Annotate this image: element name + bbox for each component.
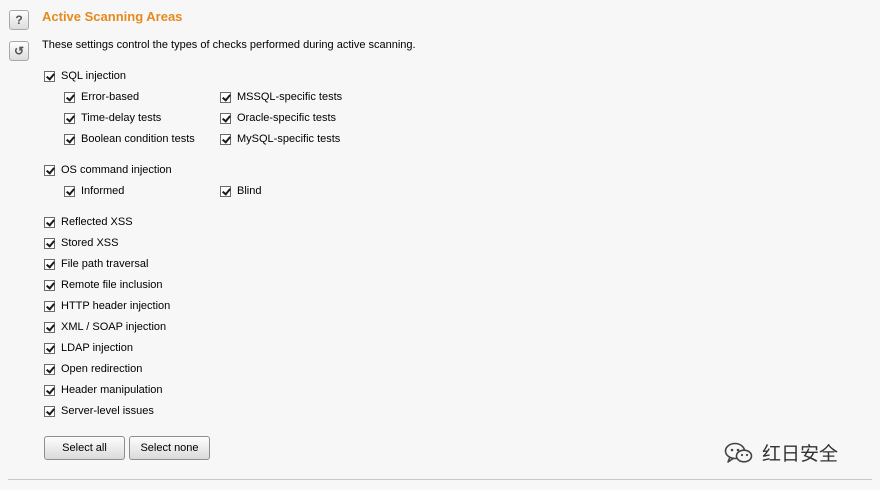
- checkbox-checked-icon: [44, 164, 55, 176]
- watermark-text: 红日安全: [762, 444, 839, 465]
- checkbox-time-delay[interactable]: Time-delay tests: [64, 111, 161, 125]
- checkbox-label: Oracle-specific tests: [237, 112, 337, 124]
- checkbox-checked-icon: [44, 300, 55, 312]
- checkbox-checked-icon: [220, 185, 231, 197]
- checkbox-remote-file-inclusion[interactable]: Remote file inclusion: [44, 278, 163, 292]
- checkbox-label: LDAP injection: [61, 342, 133, 354]
- select-none-button[interactable]: Select none: [129, 436, 210, 460]
- checkbox-label: XML / SOAP injection: [61, 321, 167, 333]
- checkbox-checked-icon: [64, 185, 75, 197]
- reset-icon: ↺: [13, 44, 25, 58]
- checkbox-label: Open redirection: [61, 363, 143, 375]
- checkbox-mssql-specific[interactable]: MSSQL-specific tests: [220, 90, 342, 104]
- checkbox-checked-icon: [44, 384, 55, 396]
- bottom-divider: [8, 479, 872, 480]
- checkbox-label: Stored XSS: [61, 237, 119, 249]
- help-button[interactable]: ?: [9, 10, 29, 30]
- checkbox-label: SQL injection: [61, 70, 127, 82]
- checkbox-checked-icon: [220, 112, 231, 124]
- checkbox-label: Error-based: [81, 91, 140, 103]
- reset-defaults-button[interactable]: ↺: [9, 41, 29, 61]
- checkbox-checked-icon: [220, 91, 231, 103]
- checkbox-label: HTTP header injection: [61, 300, 171, 312]
- checkbox-error-based[interactable]: Error-based: [64, 90, 139, 104]
- checkbox-checked-icon: [44, 279, 55, 291]
- checkbox-blind[interactable]: Blind: [220, 184, 261, 198]
- checkbox-ldap-injection[interactable]: LDAP injection: [44, 341, 133, 355]
- checkbox-checked-icon: [44, 70, 55, 82]
- checkbox-label: Informed: [81, 185, 125, 197]
- checkbox-header-manipulation[interactable]: Header manipulation: [44, 383, 163, 397]
- checkbox-oracle-specific[interactable]: Oracle-specific tests: [220, 111, 336, 125]
- select-all-button[interactable]: Select all: [44, 436, 125, 460]
- checkbox-checked-icon: [220, 133, 231, 145]
- checkbox-file-path-traversal[interactable]: File path traversal: [44, 257, 148, 271]
- checkbox-checked-icon: [44, 405, 55, 417]
- checkbox-informed[interactable]: Informed: [64, 184, 124, 198]
- checkbox-label: MSSQL-specific tests: [237, 91, 343, 103]
- checkbox-label: Blind: [237, 185, 262, 197]
- section-description: These settings control the types of chec…: [42, 39, 416, 51]
- checkbox-label: Boolean condition tests: [81, 133, 195, 145]
- checkbox-checked-icon: [64, 91, 75, 103]
- watermark: 红日安全: [724, 439, 838, 466]
- checkbox-boolean-condition[interactable]: Boolean condition tests: [64, 132, 195, 146]
- checkbox-label: Time-delay tests: [81, 112, 162, 124]
- checkbox-checked-icon: [44, 237, 55, 249]
- checkbox-label: MySQL-specific tests: [237, 133, 341, 145]
- checkbox-checked-icon: [64, 112, 75, 124]
- checkbox-label: Remote file inclusion: [61, 279, 163, 291]
- checkbox-checked-icon: [44, 321, 55, 333]
- checkbox-http-header-injection[interactable]: HTTP header injection: [44, 299, 170, 313]
- checkbox-checked-icon: [44, 258, 55, 270]
- checkbox-server-level-issues[interactable]: Server-level issues: [44, 404, 154, 418]
- checkbox-stored-xss[interactable]: Stored XSS: [44, 236, 118, 250]
- checkbox-open-redirection[interactable]: Open redirection: [44, 362, 142, 376]
- help-icon: ?: [15, 13, 23, 27]
- checkbox-label: Server-level issues: [61, 405, 154, 417]
- checkbox-label: Reflected XSS: [61, 216, 133, 228]
- checkbox-xml-soap-injection[interactable]: XML / SOAP injection: [44, 320, 166, 334]
- section-title: Active Scanning Areas: [42, 9, 183, 24]
- checkbox-label: Header manipulation: [61, 384, 163, 396]
- checkbox-sql-injection[interactable]: SQL injection: [44, 69, 126, 83]
- wechat-icon: [724, 442, 753, 463]
- checkbox-checked-icon: [64, 133, 75, 145]
- checkbox-label: File path traversal: [61, 258, 149, 270]
- checkbox-checked-icon: [44, 216, 55, 228]
- checkbox-os-command-injection[interactable]: OS command injection: [44, 163, 172, 177]
- checkbox-checked-icon: [44, 363, 55, 375]
- checkbox-checked-icon: [44, 342, 55, 354]
- checkbox-mysql-specific[interactable]: MySQL-specific tests: [220, 132, 340, 146]
- checkbox-label: OS command injection: [61, 164, 172, 176]
- checkbox-reflected-xss[interactable]: Reflected XSS: [44, 215, 133, 229]
